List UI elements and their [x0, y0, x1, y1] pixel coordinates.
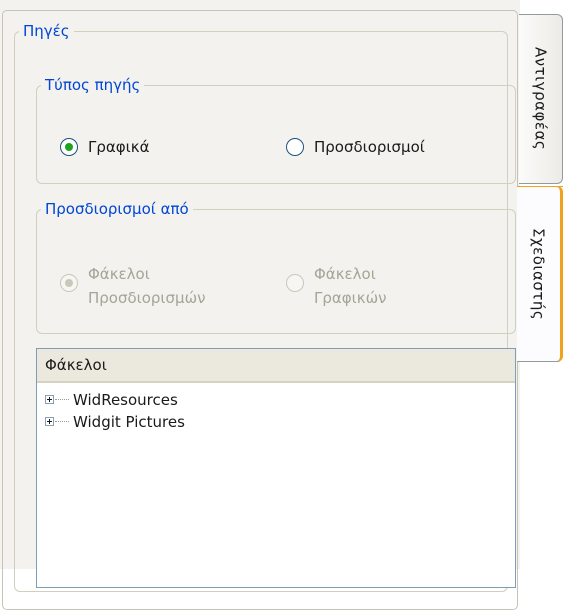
tree-connector: [55, 399, 69, 400]
source-type-legend: Τύπος πηγής: [45, 76, 141, 94]
tree-item-label: WidResources: [73, 391, 178, 409]
radio-determiners-label: Προσδιορισμοί: [314, 138, 425, 156]
folders-header: Φάκελοι: [37, 349, 515, 383]
tab-copy[interactable]: Αντιγραφέας: [519, 14, 563, 184]
folders-tree[interactable]: Φάκελοι WidResources Widgit Pictures: [36, 348, 516, 588]
radio-determiners[interactable]: Προσδιορισμοί: [286, 136, 425, 158]
tab-design-label: Σχεδιαστής: [529, 227, 548, 321]
plus-box-icon[interactable]: [45, 395, 54, 404]
source-type-group: Τύπος πηγής: [36, 76, 516, 184]
tab-design[interactable]: Σχεδιαστής: [517, 186, 563, 362]
radio-determiner-folders-label: Φάκελοι Προσδιορισμών: [88, 265, 206, 307]
radio-unchecked-disabled-icon: [286, 274, 304, 292]
tab-copy-label: Αντιγραφέας: [531, 47, 550, 151]
tree-connector: [55, 421, 69, 422]
radio-graphics-label: Γραφικά: [88, 138, 150, 156]
radio-unchecked-icon: [286, 138, 304, 156]
sources-panel: Πηγές Τύπος πηγής Γραφικά Προσδιορισμοί …: [0, 0, 520, 610]
plus-box-icon[interactable]: [45, 417, 54, 426]
tree-item-widgit-pictures[interactable]: Widgit Pictures: [37, 411, 515, 433]
tree-item-widresources[interactable]: WidResources: [37, 389, 515, 411]
radio-graphics[interactable]: Γραφικά: [60, 136, 149, 158]
radio-graphic-folders[interactable]: Φάκελοι Γραφικών: [286, 262, 387, 310]
radio-determiner-folders[interactable]: Φάκελοι Προσδιορισμών: [60, 262, 206, 310]
radio-graphic-folders-label: Φάκελοι Γραφικών: [314, 265, 387, 307]
radio-checked-icon: [60, 138, 78, 156]
determiners-from-legend: Προσδιορισμοί από: [45, 200, 189, 218]
sources-legend: Πηγές: [23, 22, 70, 40]
tree-item-label: Widgit Pictures: [73, 413, 185, 431]
radio-checked-disabled-icon: [60, 274, 78, 292]
